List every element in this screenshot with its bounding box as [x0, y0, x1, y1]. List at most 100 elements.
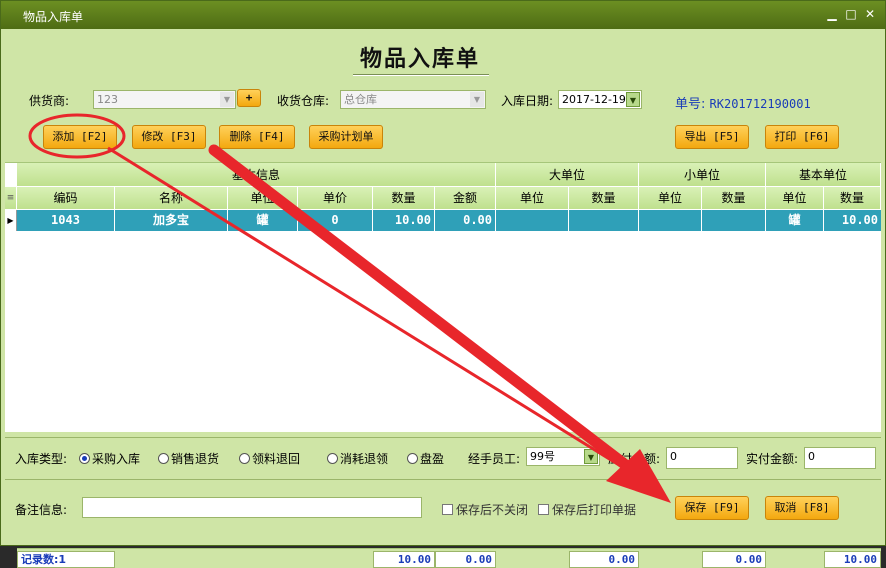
- radio-material-return[interactable]: 领料退回: [239, 450, 300, 467]
- title-bar: 物品入库单 ▁ □ ✕: [1, 1, 885, 29]
- checkbox-label: 保存后不关闭: [456, 503, 529, 517]
- maximize-icon[interactable]: □: [844, 7, 858, 21]
- col-header-big-unit[interactable]: 单位: [496, 187, 569, 210]
- chevron-down-icon[interactable]: ▼: [470, 92, 484, 107]
- cancel-button[interactable]: 取消 [F8]: [765, 496, 839, 520]
- handler-select[interactable]: 99号 ▼: [526, 447, 600, 466]
- record-count: 记录数:1: [17, 551, 115, 568]
- row-header-icon: ≡: [5, 187, 17, 210]
- radio-label: 消耗退领: [340, 452, 389, 466]
- chevron-down-icon[interactable]: ▼: [584, 449, 598, 464]
- supplier-select[interactable]: 123 ▼: [93, 90, 236, 109]
- col-header-qty[interactable]: 数量: [373, 187, 435, 210]
- grid-footer: 记录数:1 10.00 0.00 0.00 0.00 10.00: [17, 548, 881, 568]
- group-header-basic: 基本信息: [17, 163, 496, 187]
- warehouse-label: 收货仓库:: [277, 94, 330, 108]
- radio-sales-return[interactable]: 销售退货: [158, 450, 219, 467]
- col-header-big-qty[interactable]: 数量: [569, 187, 639, 210]
- cell-name[interactable]: 加多宝: [115, 210, 228, 231]
- group-header-base-unit: 基本单位: [766, 163, 881, 187]
- payable-field[interactable]: 0: [666, 447, 738, 469]
- remark-label: 备注信息:: [15, 503, 68, 517]
- checkbox-print-after-save[interactable]: 保存后打印单据: [538, 501, 636, 518]
- items-grid[interactable]: 基本信息 大单位 小单位 基本单位 ≡ 编码 名称 单位 单价 数量 金额 单位…: [5, 162, 881, 568]
- page-title: 物品入库单: [359, 46, 480, 72]
- cell-price[interactable]: 0: [298, 210, 373, 231]
- cell-small-qty[interactable]: [702, 210, 766, 231]
- row-pointer-icon: ▶: [5, 210, 17, 231]
- cell-qty[interactable]: 10.00: [373, 210, 435, 231]
- divider: [5, 437, 881, 438]
- doc-number-value: RK201712190001: [709, 97, 811, 111]
- save-button[interactable]: 保存 [F9]: [675, 496, 749, 520]
- paid-label: 实付金额:: [746, 452, 799, 466]
- col-header-unit[interactable]: 单位: [228, 187, 298, 210]
- delete-button[interactable]: 删除 [F4]: [219, 125, 295, 149]
- col-header-base-qty[interactable]: 数量: [824, 187, 881, 210]
- paid-field[interactable]: 0: [804, 447, 876, 469]
- purchase-plan-button[interactable]: 采购计划单: [309, 125, 383, 149]
- cell-base-qty[interactable]: 10.00: [824, 210, 881, 231]
- radio-label: 采购入库: [92, 452, 141, 466]
- group-header-big-unit: 大单位: [496, 163, 639, 187]
- radio-label: 销售退货: [171, 452, 220, 466]
- date-value: 2017-12-19: [562, 93, 626, 106]
- cell-unit[interactable]: 罐: [228, 210, 298, 231]
- chevron-down-icon[interactable]: ▼: [220, 92, 234, 107]
- footer-amount: 0.00: [435, 551, 496, 568]
- export-button[interactable]: 导出 [F5]: [675, 125, 749, 149]
- date-label: 入库日期:: [501, 94, 554, 108]
- radio-purchase-in[interactable]: 采购入库: [79, 450, 140, 467]
- cell-big-unit[interactable]: [496, 210, 569, 231]
- radio-unchecked-icon: [158, 453, 169, 464]
- cell-big-qty[interactable]: [569, 210, 639, 231]
- payable-label: 应付金额:: [608, 452, 661, 466]
- add-supplier-button[interactable]: +: [237, 89, 261, 107]
- title-underline: [353, 74, 489, 76]
- print-button[interactable]: 打印 [F6]: [765, 125, 839, 149]
- warehouse-select[interactable]: 总仓库 ▼: [340, 90, 486, 109]
- col-header-code[interactable]: 编码: [17, 187, 115, 210]
- table-row[interactable]: 1043 加多宝 罐 0 10.00 0.00 罐 10.00: [17, 210, 881, 231]
- cell-small-unit[interactable]: [639, 210, 702, 231]
- col-header-price[interactable]: 单价: [298, 187, 373, 210]
- cell-code[interactable]: 1043: [17, 210, 115, 231]
- doc-number: 单号: RK201712190001: [675, 93, 811, 112]
- radio-unchecked-icon: [239, 453, 250, 464]
- supplier-value: 123: [97, 93, 118, 106]
- window: 物品入库单 ▁ □ ✕ 物品入库单 供货商: 123 ▼ + 收货仓库: 总仓库…: [0, 0, 886, 568]
- handler-label: 经手员工:: [468, 452, 521, 466]
- col-header-amount[interactable]: 金额: [435, 187, 496, 210]
- radio-consume-return[interactable]: 消耗退领: [327, 450, 388, 467]
- date-picker[interactable]: 2017-12-19 ▼: [558, 90, 642, 109]
- doc-number-label: 单号:: [675, 97, 706, 112]
- col-header-base-unit[interactable]: 单位: [766, 187, 824, 210]
- calendar-dropdown-icon[interactable]: ▼: [626, 92, 640, 107]
- handler-value: 99号: [530, 450, 555, 463]
- radio-unchecked-icon: [327, 453, 338, 464]
- footer-qty: 10.00: [373, 551, 435, 568]
- warehouse-value: 总仓库: [344, 93, 377, 106]
- footer-big-qty: 0.00: [569, 551, 639, 568]
- group-header-small-unit: 小单位: [639, 163, 766, 187]
- cell-amount[interactable]: 0.00: [435, 210, 496, 231]
- minimize-icon[interactable]: ▁: [825, 7, 839, 21]
- checkbox-keep-open[interactable]: 保存后不关闭: [442, 501, 528, 518]
- col-header-small-unit[interactable]: 单位: [639, 187, 702, 210]
- cell-base-unit[interactable]: 罐: [766, 210, 824, 231]
- type-label: 入库类型:: [15, 452, 68, 466]
- divider: [5, 479, 881, 480]
- close-icon[interactable]: ✕: [863, 7, 877, 21]
- radio-inventory-gain[interactable]: 盘盈: [407, 450, 444, 467]
- col-header-small-qty[interactable]: 数量: [702, 187, 766, 210]
- add-button[interactable]: 添加 [F2]: [43, 125, 117, 149]
- checkbox-icon: [442, 504, 453, 515]
- remark-input[interactable]: [82, 497, 422, 518]
- footer-small-qty: 0.00: [702, 551, 766, 568]
- col-header-name[interactable]: 名称: [115, 187, 228, 210]
- footer-base-qty: 10.00: [824, 551, 881, 568]
- radio-label: 领料退回: [252, 452, 301, 466]
- window-title: 物品入库单: [23, 10, 84, 24]
- supplier-label: 供货商:: [29, 94, 70, 108]
- edit-button[interactable]: 修改 [F3]: [132, 125, 206, 149]
